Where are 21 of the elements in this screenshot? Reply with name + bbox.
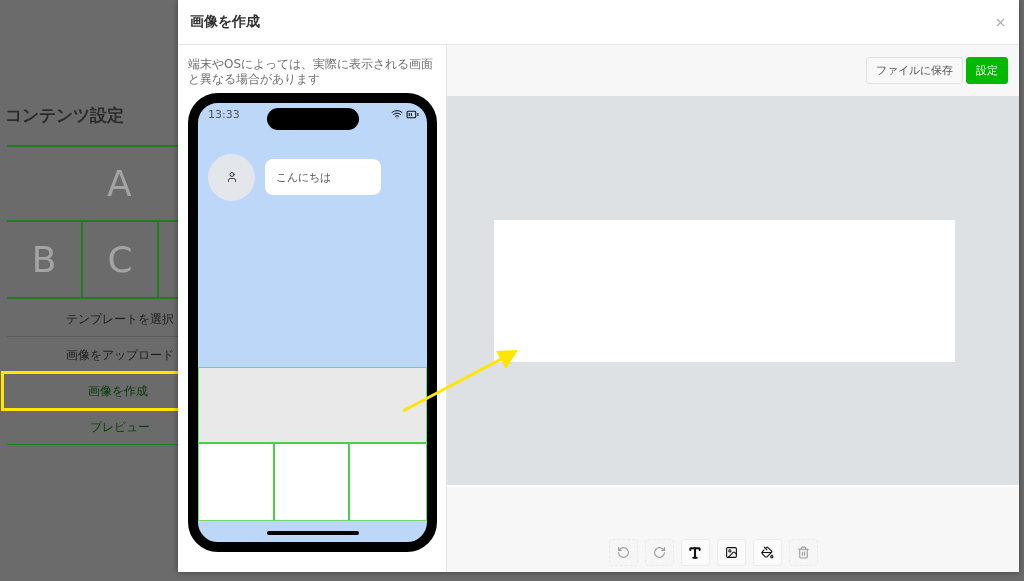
user-icon	[225, 171, 238, 183]
page-heading: コンテンツ設定	[5, 104, 124, 127]
image-tool-button[interactable]	[716, 539, 746, 566]
text-tool-button[interactable]	[680, 539, 710, 566]
paint-bucket-icon	[760, 546, 774, 559]
menu-item[interactable]: 画像を作成	[3, 373, 232, 409]
dialog-title: 画像を作成	[190, 13, 260, 31]
layout-cell: C	[83, 222, 159, 299]
text-icon	[688, 545, 702, 560]
save-file-button[interactable]: ファイルに保存	[866, 57, 963, 84]
undo-icon	[616, 546, 630, 559]
preview-note: 端末やOSによっては、実際に表示される画面と異なる場合があります	[188, 57, 435, 87]
chat-bubble: こんにちは	[265, 159, 381, 195]
status-time: 13:33	[208, 107, 240, 121]
redo-icon	[652, 546, 666, 559]
trash-icon	[796, 546, 810, 559]
image-icon	[724, 546, 738, 559]
layout-cell: B	[7, 222, 83, 299]
wifi-icon	[391, 107, 403, 120]
settings-button[interactable]: 設定	[966, 57, 1008, 84]
fill-tool-button[interactable]	[752, 539, 782, 566]
